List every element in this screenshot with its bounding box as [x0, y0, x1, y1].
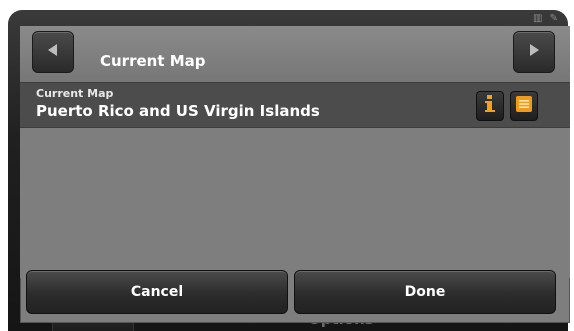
previous-button[interactable] — [32, 31, 74, 73]
cancel-button[interactable]: Cancel — [26, 270, 288, 314]
info-button[interactable] — [476, 91, 504, 121]
current-map-value: Puerto Rico and US Virgin Islands — [36, 102, 320, 120]
dialog-content-area — [20, 128, 570, 278]
info-icon — [483, 94, 497, 118]
next-button[interactable] — [513, 31, 555, 73]
dialog-title: Current Map — [100, 52, 206, 70]
triangle-left-icon — [44, 41, 62, 63]
current-map-label: Current Map — [36, 87, 114, 100]
status-icons: ▥ ✎ — [532, 13, 560, 24]
list-icon — [515, 95, 533, 117]
done-button[interactable]: Done — [294, 270, 556, 314]
current-map-dialog: Current Map Current Map Puerto Rico and … — [20, 26, 570, 323]
current-map-row[interactable]: Current Map Puerto Rico and US Virgin Is… — [20, 82, 570, 128]
list-button[interactable] — [510, 91, 538, 121]
triangle-right-icon — [525, 41, 543, 63]
dialog-titlebar: Current Map — [20, 26, 570, 84]
